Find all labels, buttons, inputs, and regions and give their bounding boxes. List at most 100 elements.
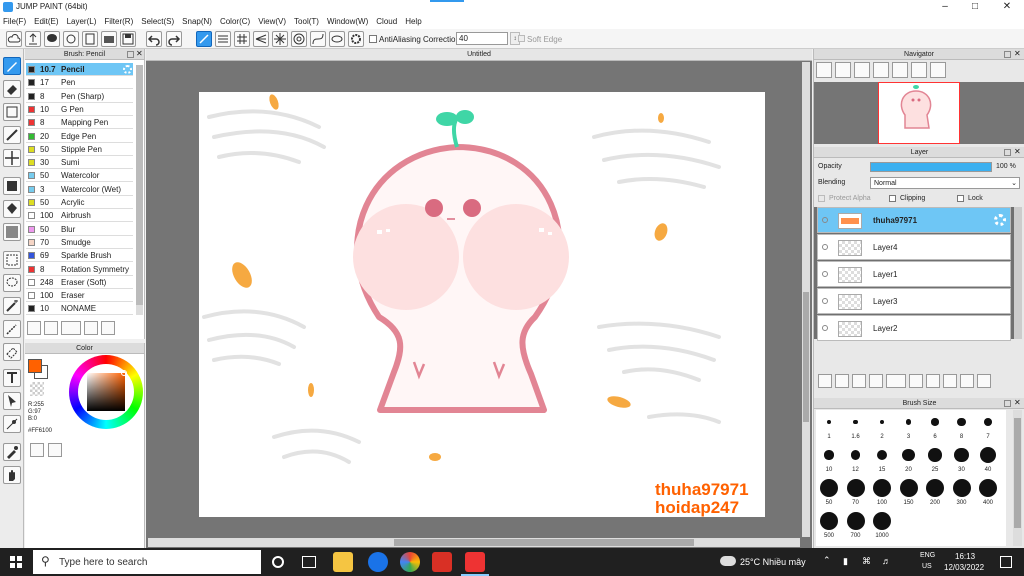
menu-snap[interactable]: Snap(N) [182, 17, 212, 26]
jump-paint-taskbar-icon[interactable] [465, 552, 485, 572]
flip-icon[interactable] [930, 62, 946, 78]
brush-size-option[interactable]: 500 [816, 511, 842, 543]
clipping-checkbox[interactable] [889, 195, 896, 202]
operation-tool[interactable] [3, 392, 21, 410]
new-halftone-layer-icon[interactable] [835, 374, 849, 388]
gear-icon[interactable] [123, 65, 132, 74]
brush-item[interactable]: 8 Pen (Sharp) [26, 90, 133, 103]
hscroll-thumb[interactable] [394, 539, 694, 546]
menu-filter[interactable]: Filter(R) [104, 17, 133, 26]
layer-float-icon[interactable] [1004, 149, 1011, 156]
brush-size-option[interactable]: 8 [949, 412, 975, 444]
undo-button[interactable] [146, 31, 162, 47]
brush-item[interactable]: 17 Pen [26, 76, 133, 90]
layer-mask-icon[interactable] [960, 374, 974, 388]
move-tool[interactable] [3, 149, 21, 167]
menu-cloud[interactable]: Cloud [376, 17, 397, 26]
brush-folder-icon[interactable] [101, 321, 115, 335]
navigator-viewport[interactable] [878, 82, 960, 144]
menu-view[interactable]: View(V) [258, 17, 286, 26]
rectangle-tool[interactable] [3, 103, 21, 121]
menu-file[interactable]: File(F) [3, 17, 26, 26]
brush-size-option[interactable]: 1000 [869, 511, 895, 543]
eyedropper-tool[interactable] [3, 443, 21, 461]
panel-close-icon[interactable]: ✕ [136, 49, 143, 58]
layer-row[interactable]: Layer2 [817, 315, 1011, 341]
new-8bit-layer-icon[interactable] [852, 374, 866, 388]
select-pen-tool[interactable] [3, 320, 21, 338]
brush-copy-icon[interactable] [84, 321, 98, 335]
brush-item[interactable]: 69 Sparkle Brush [26, 249, 133, 263]
foreground-color-swatch[interactable] [28, 359, 42, 373]
brush-size-option[interactable]: 20 [896, 445, 922, 477]
layer-row[interactable]: Layer3 [817, 288, 1011, 314]
brush-settings-icon[interactable] [27, 321, 41, 335]
transparent-color-swatch[interactable] [30, 382, 44, 396]
zoom-out-icon[interactable] [835, 62, 851, 78]
brush-item[interactable]: 248 Eraser (Soft) [26, 276, 133, 289]
brush-size-option[interactable]: 10 [816, 445, 842, 477]
new-layer-icon[interactable] [818, 374, 832, 388]
layer-row[interactable]: Layer4 [817, 234, 1011, 260]
navigator-close-icon[interactable]: ✕ [1014, 49, 1021, 58]
windows-start-icon[interactable] [10, 556, 22, 568]
fit-icon[interactable] [854, 62, 870, 78]
pen-tool[interactable] [3, 57, 21, 75]
volume-icon[interactable]: ♬ [882, 556, 891, 566]
snap-curve-button[interactable] [310, 31, 326, 47]
drawing-canvas[interactable]: thuha97971 hoidap247 [199, 92, 765, 517]
fill-rect-tool[interactable] [3, 177, 21, 195]
menu-select[interactable]: Select(S) [141, 17, 174, 26]
notification-icon[interactable] [1000, 556, 1012, 568]
clock-date[interactable]: 12/03/2022 [944, 563, 984, 572]
menu-color[interactable]: Color(C) [220, 17, 250, 26]
brush-size-float-icon[interactable] [1004, 400, 1011, 407]
brush-item[interactable]: 50 Acrylic [26, 196, 133, 209]
eraser-tool[interactable] [3, 80, 21, 98]
line-tool[interactable] [3, 126, 21, 144]
brush-size-option[interactable]: 300 [949, 478, 975, 510]
brush-item[interactable]: 8 Mapping Pen [26, 116, 133, 130]
save-button[interactable] [120, 31, 136, 47]
duplicate-layer-icon[interactable] [926, 374, 940, 388]
divide-tool[interactable] [3, 415, 21, 433]
cortana-icon[interactable] [272, 556, 284, 568]
brush-item[interactable]: 10 G Pen [26, 103, 133, 116]
document-title[interactable]: Untitled [467, 51, 491, 58]
rotate-left-icon[interactable] [892, 62, 908, 78]
canvas-hscrollbar[interactable] [148, 538, 800, 547]
brush-size-option[interactable]: 2 [869, 412, 895, 444]
clock-time[interactable]: 16:13 [955, 552, 975, 561]
brush-size-scroll-thumb[interactable] [1014, 418, 1021, 528]
palette-settings-icon[interactable] [48, 443, 62, 457]
brush-size-option[interactable]: 400 [975, 478, 1001, 510]
layer-add-menu-icon[interactable] [886, 374, 906, 388]
brush-size-option[interactable]: 6 [922, 412, 948, 444]
minimize-icon[interactable]: – [930, 0, 960, 14]
brush-item[interactable]: 8 Rotation Symmetry [26, 263, 133, 276]
brush-size-option[interactable]: 15 [869, 445, 895, 477]
snap-circle-button[interactable] [291, 31, 307, 47]
brush-item[interactable]: 50 Watercolor [26, 169, 133, 183]
antialiasing-checkbox[interactable] [369, 35, 377, 43]
new-1bit-layer-icon[interactable] [869, 374, 883, 388]
hue-ring[interactable] [69, 355, 143, 429]
gradient-tool[interactable] [3, 223, 21, 241]
upload-button[interactable] [25, 31, 41, 47]
snap-radial-button[interactable] [253, 31, 269, 47]
layer-folder-icon[interactable] [909, 374, 923, 388]
eye-icon[interactable] [822, 298, 828, 304]
task-view-icon[interactable] [302, 556, 316, 568]
brush-size-option[interactable]: 25 [922, 445, 948, 477]
vscroll-thumb[interactable] [803, 292, 809, 422]
saturation-value-square[interactable] [87, 373, 125, 411]
battery-icon[interactable]: ▮ [843, 556, 848, 567]
select-rect-tool[interactable] [3, 251, 21, 269]
brush-size-option[interactable]: 200 [922, 478, 948, 510]
menu-tool[interactable]: Tool(T) [294, 17, 319, 26]
layer-row[interactable]: thuha97971 [817, 207, 1011, 233]
panel-float-icon[interactable] [127, 51, 134, 58]
brush-size-option[interactable]: 150 [896, 478, 922, 510]
scrollbar-thumb[interactable] [136, 65, 143, 305]
eye-icon[interactable] [822, 271, 828, 277]
